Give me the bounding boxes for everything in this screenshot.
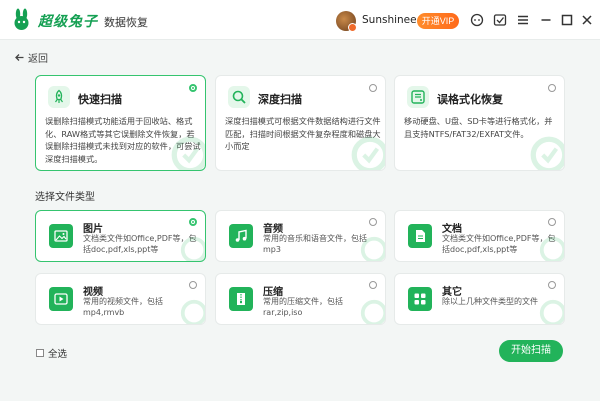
file-type-audio[interactable]: 音频 常用的音乐和语音文件，包括mp3 [215, 210, 386, 262]
recover-watermark-icon [539, 236, 564, 261]
close-icon[interactable] [580, 13, 594, 27]
scan-mode-title: 快速扫描 [78, 93, 122, 106]
file-type-radio[interactable] [189, 281, 197, 289]
file-type-radio[interactable] [189, 218, 197, 226]
avatar-badge-icon [348, 23, 357, 32]
scan-mode-deep[interactable]: 深度扫描 深度扫描模式可根据文件数据结构进行文件匹配，扫描时间根据文件复杂程度和… [215, 75, 386, 171]
back-button[interactable]: 返回 [14, 50, 48, 65]
file-type-video[interactable]: 视频 常用的视频文件，包括mp4,rmvb [35, 273, 206, 325]
recover-watermark-icon [539, 299, 564, 324]
select-all[interactable]: 全选 [36, 346, 67, 360]
music-icon [235, 229, 247, 242]
drive-icon [411, 90, 425, 104]
back-label: 返回 [28, 54, 48, 65]
recover-watermark-icon [360, 299, 385, 324]
username[interactable]: Sunshinee [362, 14, 417, 26]
brand-name: 超级兔子 [38, 14, 98, 30]
select-all-checkbox[interactable] [36, 349, 44, 357]
file-type-other[interactable]: 其它 除以上几种文件类型的文件 [394, 273, 565, 325]
grid-icon [414, 293, 426, 305]
menu-icon[interactable] [516, 13, 530, 27]
start-scan-button[interactable]: 开始扫描 [499, 340, 563, 362]
recover-watermark-icon [360, 236, 385, 261]
rabbit-logo-icon [14, 8, 29, 30]
recover-watermark-icon [180, 299, 205, 324]
file-type-image[interactable]: 图片 文档类文件如Office,PDF等，包括doc,pdf,xls,ppt等 [35, 210, 206, 262]
recover-watermark-icon [171, 136, 205, 170]
scan-mode-radio[interactable] [369, 84, 377, 92]
scan-mode-radio[interactable] [548, 84, 556, 92]
rocket-icon [55, 89, 63, 103]
select-all-label: 全选 [48, 349, 68, 360]
document-icon [416, 230, 425, 242]
maximize-icon[interactable] [560, 13, 574, 27]
recover-watermark-icon [351, 136, 385, 170]
scan-mode-title: 误格式化恢复 [437, 93, 503, 106]
file-type-radio[interactable] [369, 281, 377, 289]
scan-mode-format[interactable]: 误格式化恢复 移动硬盘、U盘、SD卡等进行格式化，并且支持NTFS/FAT32/… [394, 75, 565, 171]
file-type-radio[interactable] [548, 281, 556, 289]
file-type-radio[interactable] [369, 218, 377, 226]
minimize-icon[interactable] [539, 13, 553, 27]
file-types-title: 选择文件类型 [35, 192, 95, 203]
file-type-radio[interactable] [548, 218, 556, 226]
scan-mode-quick[interactable]: 快速扫描 误删除扫描模式功能适用于回收站、格式化、RAW格式等其它误删除文件恢复… [35, 75, 206, 171]
archive-icon [237, 293, 245, 305]
arrow-left-icon [15, 54, 24, 61]
image-icon [54, 230, 68, 242]
feedback-icon[interactable] [493, 13, 507, 27]
vip-button[interactable]: 开通VIP [417, 13, 459, 29]
support-icon[interactable] [470, 13, 484, 27]
recover-watermark-icon [530, 136, 564, 170]
video-icon [54, 293, 68, 305]
brand-subtitle: 数据恢复 [104, 16, 148, 29]
file-type-document[interactable]: 文档 文档类文件如Office,PDF等，包括doc,pdf,xls,ppt等 [394, 210, 565, 262]
recover-watermark-icon [180, 236, 205, 261]
title-bar: 超级兔子 数据恢复 Sunshinee 开通VIP [0, 0, 600, 40]
file-type-archive[interactable]: 压缩 常用的压缩文件，包括rar,zip,iso [215, 273, 386, 325]
scan-mode-radio[interactable] [189, 84, 197, 92]
magnifier-icon [232, 90, 246, 104]
scan-mode-title: 深度扫描 [258, 93, 302, 106]
